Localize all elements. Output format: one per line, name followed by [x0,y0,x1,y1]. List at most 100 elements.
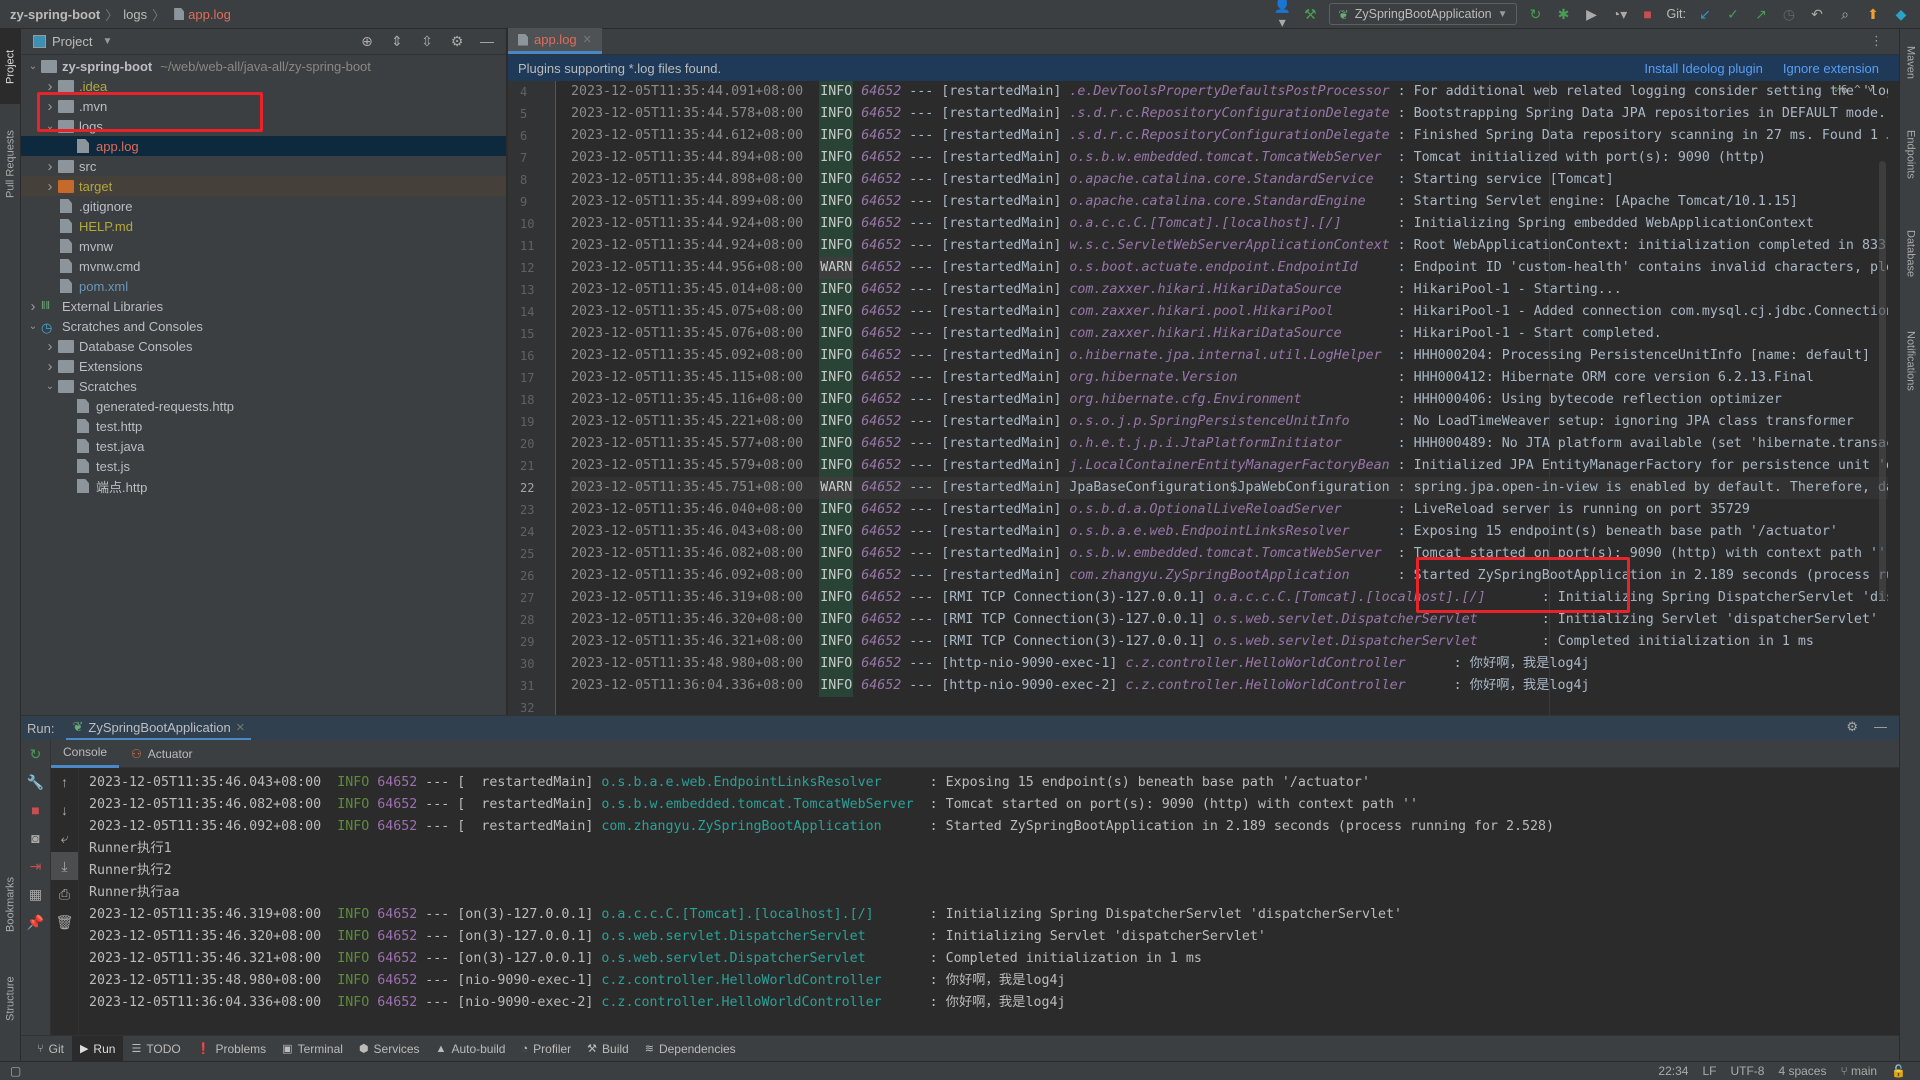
collapse-all-icon[interactable]: ⇳ [418,33,436,50]
arrow-down-icon[interactable]: ↓ [51,796,78,824]
layout-icon[interactable]: ▦ [21,880,50,908]
profile-icon[interactable]: ◔▾ [1611,6,1629,23]
gear-icon[interactable]: ⚙ [448,33,466,50]
tree-item[interactable]: test.java [21,436,506,456]
project-view-select[interactable]: Project [52,34,92,49]
tool-window-profiler[interactable]: ◔ Profiler [513,1036,579,1062]
minimize-icon[interactable]: — [478,33,496,50]
tree-item[interactable]: ⌄ zy-spring-boot ~/web/web-all/java-all/zy… [21,56,506,76]
chevron-right-icon[interactable]: › [25,298,41,315]
gear-icon[interactable]: ⚙ [1846,719,1858,735]
build-hammer-icon[interactable]: ⚒ [1301,6,1319,23]
breadcrumb-folder[interactable]: logs [123,7,147,22]
tree-item[interactable]: › Extensions [21,356,506,376]
tool-window-git[interactable]: ⑂ Git [29,1036,72,1062]
console-output[interactable]: 2023-12-05T11:35:46.043+08:00 INFO 64652… [89,772,1899,1035]
tool-window-problems[interactable]: ❗ Problems [189,1036,274,1062]
close-icon[interactable]: ✕ [583,33,592,46]
tree-item[interactable]: generated-requests.http [21,396,506,416]
tree-item[interactable]: pom.xml [21,276,506,296]
tool-window-services[interactable]: ⬢ Services [351,1036,428,1062]
rerun-icon[interactable]: ↻ [21,740,50,768]
tree-item[interactable]: › target [21,176,506,196]
tree-item[interactable]: .gitignore [21,196,506,216]
tree-item[interactable]: › ‖‖ External Libraries [21,296,506,316]
chevron-right-icon[interactable]: › [42,338,58,355]
install-plugin-link[interactable]: Install Ideolog plugin [1644,61,1763,76]
tool-window-build[interactable]: ⚒ Build [579,1036,637,1062]
editor-tab-app-log[interactable]: app.log ✕ [508,28,602,54]
git-push-icon[interactable]: ↗ [1752,6,1770,23]
tree-item[interactable]: 端点.http [21,476,506,496]
ignore-extension-link[interactable]: Ignore extension [1783,61,1879,76]
chevron-right-icon[interactable]: › [42,158,58,175]
update-icon[interactable]: ⬆ [1864,6,1882,23]
vertical-scrollbar[interactable] [1879,161,1886,601]
user-icon[interactable]: 👤▾ [1273,0,1291,31]
tool-tab-maven[interactable]: Maven [1900,33,1920,93]
tool-tab-pull-requests[interactable]: Pull Requests [0,109,21,219]
lock-icon[interactable]: 🔓 [1891,1064,1906,1078]
minimize-icon[interactable]: — [1874,719,1887,735]
inspection-widget[interactable]: ✓6 ^ ˅ [1834,83,1874,97]
tool-window-auto-build[interactable]: ▲ Auto-build [428,1036,514,1062]
tree-item[interactable]: › src [21,156,506,176]
tree-item[interactable]: ⌄ ◷ Scratches and Consoles [21,316,506,336]
file-encoding[interactable]: UTF-8 [1730,1064,1764,1078]
cursor-position[interactable]: 22:34 [1658,1064,1688,1078]
code-view[interactable]: 4 5 6 7 8 9 10 11 12 13 14 15 16 17 18 19 20 21 22 23 24 25 26… [508,81,1888,715]
soft-wrap-icon[interactable]: ⤶ [51,824,78,852]
scroll-to-end-icon[interactable]: ⤓ [51,852,78,880]
tool-tab-database[interactable]: Database [1900,209,1920,299]
wrench-icon[interactable]: 🔧 [21,768,50,796]
toolbox-icon[interactable]: ◆ [1892,6,1910,23]
run-tab[interactable]: ❦ ZySpringBootApplication ✕ [66,716,251,740]
git-update-icon[interactable]: ↙ [1696,6,1714,23]
stop-icon[interactable]: ■ [1639,6,1657,22]
more-options-icon[interactable]: ⋮ [1870,33,1883,49]
tool-tab-notifications[interactable]: Notifications [1900,311,1920,411]
git-commit-icon[interactable]: ✓ [1724,6,1742,23]
search-icon[interactable]: ⌕ [1836,6,1854,23]
print-icon[interactable]: ⎙ [51,880,78,908]
stop-icon[interactable]: ■ [21,796,50,824]
subtab-console[interactable]: Console [51,740,120,768]
expand-all-icon[interactable]: ⇕ [388,33,406,50]
tree-item[interactable]: test.http [21,416,506,436]
locate-icon[interactable]: ⊕ [358,33,376,50]
trash-icon[interactable]: 🗑 [51,908,78,936]
exit-icon[interactable]: ⇥ [21,852,50,880]
tree-item[interactable]: ⌄ Scratches [21,376,506,396]
tool-tab-structure[interactable]: Structure [0,959,21,1039]
tree-item[interactable]: mvnw.cmd [21,256,506,276]
tool-window-dependencies[interactable]: ≋ Dependencies [637,1036,744,1062]
tool-tab-bookmarks[interactable]: Bookmarks [0,859,21,949]
chevron-down-icon[interactable]: ⌄ [25,321,41,332]
git-branch[interactable]: ⑂ main [1840,1064,1877,1078]
chevron-down-icon[interactable]: ▼ [102,36,112,47]
coverage-icon[interactable]: ▶ [1583,6,1601,23]
tree-item[interactable]: test.js [21,456,506,476]
chevron-down-icon[interactable]: ⌄ [25,61,41,72]
debug-icon[interactable]: ✱ [1555,6,1573,23]
arrow-up-icon[interactable]: ↑ [51,768,78,796]
chevron-down-icon[interactable]: ⌄ [42,381,58,392]
rerun-icon[interactable]: ↻ [1527,6,1545,23]
close-icon[interactable]: ✕ [236,721,245,734]
breadcrumb-file[interactable]: app.log [188,7,231,22]
rollback-icon[interactable]: ↶ [1808,6,1826,23]
tool-window-run[interactable]: ▶ Run [71,1035,124,1062]
camera-icon[interactable]: ◙ [21,824,50,852]
history-icon[interactable]: ◷ [1780,6,1798,23]
tool-tab-endpoints[interactable]: Endpoints [1900,107,1920,202]
line-separator[interactable]: LF [1702,1064,1716,1078]
subtab-actuator[interactable]: ⚇ Actuator [119,740,204,768]
run-config-select[interactable]: ❦ ZySpringBootApplication ▼ [1329,3,1517,25]
chevron-right-icon[interactable]: › [42,358,58,375]
chevron-right-icon[interactable]: › [42,178,58,195]
tool-tab-project[interactable]: Project [0,29,21,104]
indent-setting[interactable]: 4 spaces [1778,1064,1826,1078]
tree-item[interactable]: › Database Consoles [21,336,506,356]
panel-toggle-icon[interactable]: ▢ [10,1064,21,1078]
tree-item[interactable]: mvnw [21,236,506,256]
